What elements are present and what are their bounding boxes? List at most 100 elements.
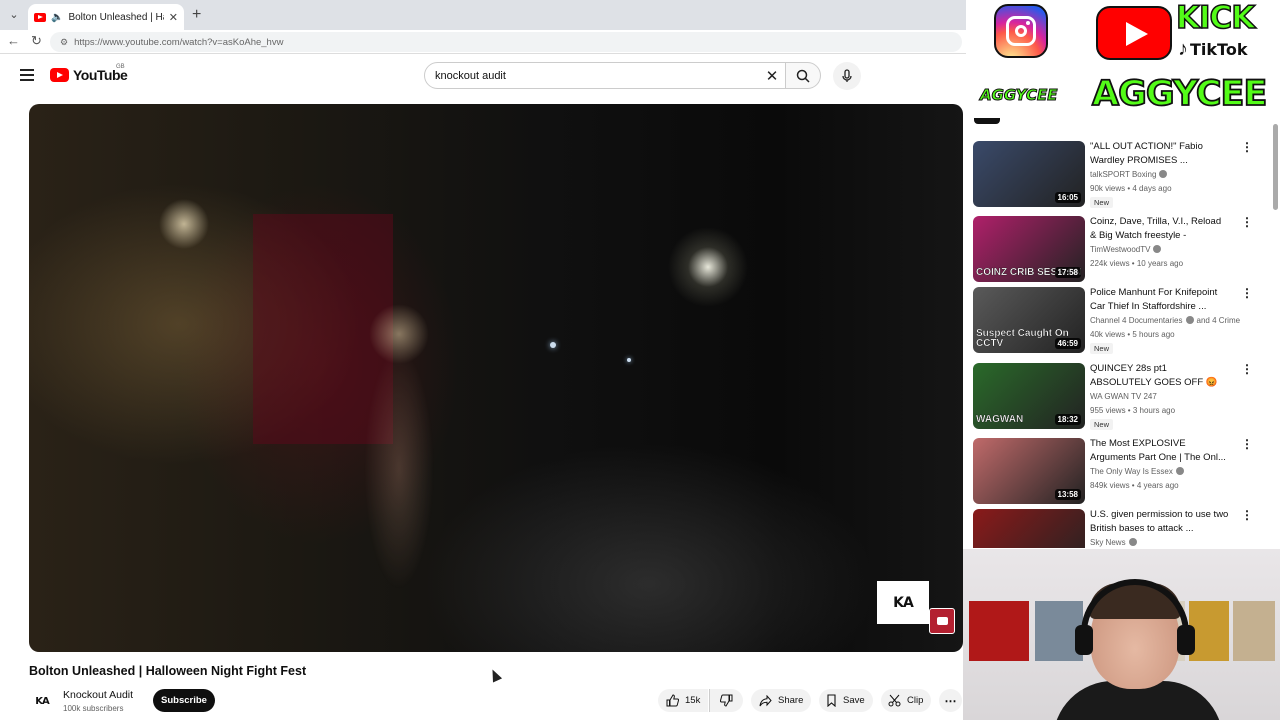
new-badge: New: [1090, 197, 1114, 208]
recommendation-title[interactable]: QUINCEY 28s pt1 ABSOLUTELY GOES OFF 😡 ON…: [1090, 362, 1230, 390]
bookmark-icon: [827, 694, 836, 707]
recommendation-item[interactable]: Suspect Caught On CCTV 46:59 Police Manhun…: [973, 284, 1273, 354]
video-thumbnail[interactable]: WAGWAN 18:32: [973, 363, 1085, 429]
webcam-feed: [963, 549, 1280, 720]
kebab-menu-icon[interactable]: ⋮: [1241, 362, 1253, 376]
channel-name: WA GWAN TV 247: [1090, 392, 1157, 401]
thumbnail-caption: WAGWAN: [976, 414, 1024, 425]
kebab-menu-icon[interactable]: ⋮: [1241, 140, 1253, 154]
recommendation-title[interactable]: Coinz, Dave, Trilla, V.I., Reload & Big …: [1090, 215, 1230, 243]
browser-tab-strip: ⌄ 🔈 Bolton Unleashed | Halloween ✕ +: [0, 0, 966, 30]
verified-check-icon: [1153, 245, 1162, 253]
channel-name: TimWestwoodTV: [1090, 245, 1151, 254]
kebab-menu-icon[interactable]: ⋮: [1241, 215, 1253, 229]
video-player[interactable]: KA: [29, 104, 963, 652]
tiktok-note-icon: ♪: [1178, 38, 1188, 60]
verified-check-icon: [1175, 467, 1184, 475]
recommendation-item[interactable]: U.S. GIVEN ACCESS TO TWOU.S. given permi…: [973, 506, 1273, 548]
chip-bar-edge: [974, 118, 1000, 124]
streamer-handle-big: AGGYCEE: [1091, 73, 1268, 115]
verified-check-icon: [1128, 538, 1137, 546]
country-code: GB: [116, 64, 125, 70]
clip-button[interactable]: Clip: [881, 689, 931, 712]
view-count-age: 849k views • 4 years ago: [1090, 481, 1179, 490]
address-bar[interactable]: ⚙ https://www.youtube.com/watch?v=asKoAh…: [50, 32, 962, 52]
video-thumbnail[interactable]: 13:58: [973, 438, 1085, 504]
reload-icon[interactable]: ↻: [31, 33, 42, 49]
view-count-age: 955 views • 3 hours ago: [1090, 406, 1176, 415]
back-arrow-icon[interactable]: ←: [7, 33, 20, 48]
view-count-age: 90k views • 4 days ago: [1090, 184, 1172, 193]
kebab-menu-icon[interactable]: ⋮: [1241, 437, 1253, 451]
video-thumbnail[interactable]: Suspect Caught On CCTV 46:59: [973, 287, 1085, 353]
recommendation-item[interactable]: COINZ CRIB SESSION 17:58 Coinz, Dave, Tril…: [973, 213, 1273, 283]
channel-name: Channel 4 Documentaries: [1090, 316, 1183, 325]
share-button[interactable]: Share: [751, 689, 811, 712]
search-input[interactable]: knockout audit: [435, 70, 759, 82]
kebab-menu-icon[interactable]: ⋮: [1241, 286, 1253, 300]
instagram-logo-icon: [994, 4, 1048, 58]
video-thumbnail[interactable]: U.S. GIVEN ACCESS TO TWO: [973, 509, 1085, 548]
microphone-icon: [842, 69, 852, 82]
recommendation-channel[interactable]: talkSPORT Boxing: [1090, 170, 1168, 179]
wall-poster: [969, 601, 1029, 661]
subscriber-count: 100k subscribers: [63, 704, 124, 713]
recommendation-channel[interactable]: The Only Way Is Essex: [1090, 467, 1184, 476]
tab-close-icon[interactable]: ✕: [169, 11, 178, 24]
more-actions-icon[interactable]: ⋯: [939, 689, 962, 712]
collab-channel: and 4 Crime: [1196, 316, 1241, 325]
recommendation-title[interactable]: "ALL OUT ACTION!" Fabio Wardley PROMISES…: [1090, 140, 1230, 167]
mouse-cursor-icon: [487, 667, 503, 683]
new-tab-plus-icon[interactable]: +: [192, 6, 201, 24]
new-badge: New: [1090, 343, 1114, 354]
recommendation-channel[interactable]: Channel 4 Documentaries and 4 Crime: [1090, 316, 1240, 325]
like-button[interactable]: 15k: [658, 689, 708, 712]
recommendation-item[interactable]: WAGWAN 18:32 QUINCEY 28s pt1 ABSOLUTELY GO…: [973, 360, 1273, 430]
scrollbar[interactable]: [1273, 124, 1278, 210]
recommendation-channel[interactable]: Sky News: [1090, 538, 1137, 547]
recommendation-channel[interactable]: TimWestwoodTV: [1090, 245, 1162, 254]
video-scene-light: [550, 342, 556, 348]
channel-watermark[interactable]: KA: [877, 581, 929, 624]
video-scene-person: [359, 299, 439, 589]
voice-search-button[interactable]: [833, 62, 861, 90]
like-count: 15k: [685, 695, 701, 706]
video-thumbnail[interactable]: 16:05: [973, 141, 1085, 207]
search-button[interactable]: [785, 62, 821, 89]
headset-earcup: [1177, 625, 1195, 655]
recommendation-title[interactable]: Police Manhunt For Knifepoint Car Thief …: [1090, 286, 1230, 313]
channel-avatar[interactable]: KA: [29, 688, 55, 714]
view-count-age: 224k views • 10 years ago: [1090, 259, 1184, 268]
browser-tab-active[interactable]: 🔈 Bolton Unleashed | Halloween ✕: [28, 4, 184, 30]
dislike-button[interactable]: [709, 689, 743, 712]
hamburger-menu-icon[interactable]: [20, 69, 34, 81]
recommendation-channel[interactable]: WA GWAN TV 247: [1090, 392, 1157, 401]
youtube-big-logo-icon: [1096, 6, 1172, 60]
view-count-age: 40k views • 5 hours ago: [1090, 330, 1175, 339]
subscribe-button[interactable]: Subscribe: [153, 689, 215, 712]
recommendation-title[interactable]: U.S. given permission to use two British…: [1090, 508, 1230, 535]
wall-poster: [1233, 601, 1275, 661]
save-button[interactable]: Save: [819, 689, 873, 712]
recommendation-title[interactable]: The Most EXPLOSIVE Arguments Part One | …: [1090, 437, 1230, 464]
video-thumbnail[interactable]: COINZ CRIB SESSION 17:58: [973, 216, 1085, 282]
channel-name: Sky News: [1090, 538, 1126, 547]
audio-playing-icon[interactable]: 🔈: [51, 12, 63, 23]
recommendations-panel: 16:05 "ALL OUT ACTION!" Fabio Wardley PRO…: [966, 118, 1280, 548]
wall-poster: [1189, 601, 1229, 661]
tab-title: Bolton Unleashed | Halloween: [68, 11, 163, 23]
channel-name: talkSPORT Boxing: [1090, 170, 1157, 179]
tab-search-chevron-icon[interactable]: ⌄: [4, 5, 24, 25]
recommendation-item[interactable]: 13:58 The Most EXPLOSIVE Arguments Part O…: [973, 435, 1273, 505]
clear-search-icon[interactable]: ✕: [759, 67, 785, 85]
screen: ⌄ 🔈 Bolton Unleashed | Halloween ✕ + ← ↻…: [0, 0, 1280, 720]
new-badge: New: [1090, 419, 1114, 430]
search-box[interactable]: knockout audit ✕: [424, 62, 786, 89]
recommendation-item[interactable]: 16:05 "ALL OUT ACTION!" Fabio Wardley PRO…: [973, 138, 1273, 208]
site-info-icon[interactable]: ⚙: [60, 37, 68, 48]
kebab-menu-icon[interactable]: ⋮: [1241, 508, 1253, 522]
video-duration: 18:32: [1054, 414, 1081, 425]
subscribe-watermark-icon[interactable]: [929, 608, 955, 634]
video-duration: 16:05: [1054, 192, 1081, 203]
channel-name[interactable]: Knockout Audit: [63, 689, 133, 701]
